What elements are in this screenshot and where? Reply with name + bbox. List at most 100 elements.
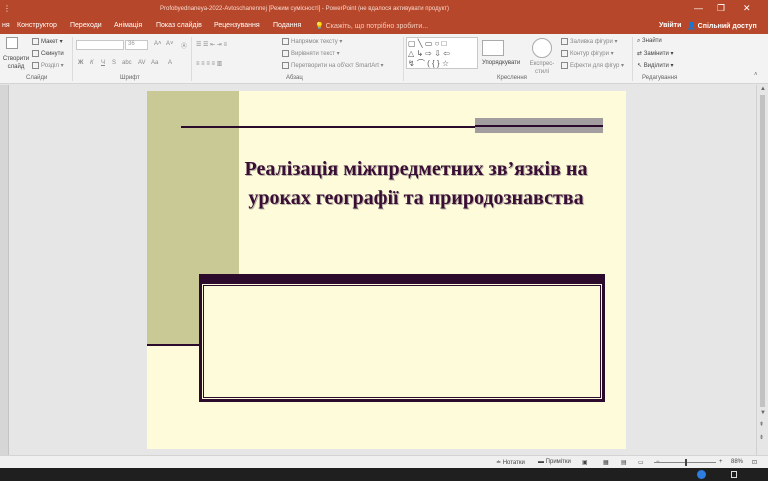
zoom-slider-thumb[interactable] [685, 459, 687, 466]
font-color-icon[interactable]: A [168, 60, 172, 66]
normal-view-icon[interactable]: ▣ [582, 459, 588, 466]
text-direction-button[interactable]: Напрямок тексту ▾ [282, 38, 342, 45]
editing-group-label: Редагування [642, 75, 678, 81]
find-label: Знайти [642, 38, 662, 44]
char-spacing-icon[interactable]: AV [138, 60, 146, 66]
tell-me-search[interactable]: 💡 Скажіть, що потрібно зробити... [315, 22, 428, 30]
tab-animations[interactable]: Анімація [114, 22, 142, 29]
shape-outline-label: Контур фігури [570, 51, 609, 58]
bullets-icon[interactable]: ☰ ☰ ⇤ ⇥ ≡ [196, 41, 227, 48]
notes-button[interactable]: ≐ Нотатки [496, 459, 525, 466]
select-button[interactable]: ↖ Виділити ▾ [637, 62, 674, 69]
find-button[interactable]: ⌕ Знайти [637, 38, 662, 45]
section-button[interactable]: Розділ ▾ [32, 62, 64, 69]
sorter-view-icon[interactable]: ▦ [603, 459, 609, 466]
tab-view[interactable]: Подання [273, 22, 301, 29]
text-direction-icon [282, 38, 289, 45]
tab-review[interactable]: Рецензування [214, 22, 260, 29]
layout-button[interactable]: Макет ▾ [32, 38, 63, 45]
smartart-label: Перетворити на об'єкт SmartArt [291, 63, 379, 70]
font-name-input[interactable] [76, 40, 124, 50]
group-divider [632, 37, 633, 81]
fit-to-window-icon[interactable]: ⊡ [752, 459, 757, 466]
paragraph-group-label: Абзац [286, 75, 303, 81]
drawing-group-label: Креслення [497, 75, 527, 81]
minimize-button[interactable]: — [694, 3, 703, 13]
tab-home[interactable]: ня [2, 22, 10, 29]
font-group-label: Шрифт [120, 75, 140, 81]
underline-button[interactable]: Ч [101, 60, 105, 66]
slideshow-view-icon[interactable]: ▭ [638, 459, 644, 466]
signin-link[interactable]: Увійти [659, 22, 681, 29]
replace-button[interactable]: ⇄ Замінити ▾ [637, 50, 674, 57]
vertical-scrollbar[interactable]: ▲ ▼ ⇞ ⇟ [756, 85, 768, 455]
italic-button[interactable]: К [90, 60, 94, 66]
tab-design[interactable]: Конструктор [17, 22, 57, 29]
align-text-button[interactable]: Вирівняти текст ▾ [282, 50, 340, 57]
group-divider [403, 37, 404, 81]
clear-format-icon[interactable]: Ⓐ [181, 41, 187, 50]
zoom-in-icon[interactable]: + [719, 459, 723, 465]
quick-styles-button[interactable]: Експрес-стилі [527, 60, 557, 76]
replace-icon: ⇄ [637, 51, 643, 57]
paint-bucket-icon [561, 38, 568, 45]
layout-icon [32, 38, 39, 45]
slide-canvas[interactable]: Реалізація міжпредметних зв’язків на уро… [147, 91, 626, 449]
prev-slide-icon[interactable]: ⇞ [759, 421, 764, 428]
smartart-button[interactable]: Перетворити на об'єкт SmartArt ▾ [282, 62, 384, 69]
new-slide-button[interactable]: Створити слайд [1, 55, 31, 71]
bold-button[interactable]: Ж [78, 60, 83, 66]
share-button[interactable]: 👤 Спільний доступ [687, 22, 757, 30]
ribbon-tabs: ня Конструктор Переходи Анімація Показ с… [0, 19, 768, 34]
reset-button[interactable]: Скинути [32, 50, 64, 57]
section-label: Розділ [41, 63, 59, 70]
search-icon: ⌕ [637, 38, 641, 44]
comments-button[interactable]: ▬ Примітки [538, 459, 571, 465]
tab-slideshow[interactable]: Показ слайдів [156, 22, 202, 29]
collapse-ribbon-icon[interactable]: ˄ [754, 72, 758, 78]
select-label: Виділити [643, 63, 669, 69]
reading-view-icon[interactable]: ▤ [621, 459, 627, 466]
shape-outline-button[interactable]: Контур фігури ▾ [561, 50, 614, 57]
slide-title[interactable]: Реалізація міжпредметних зв’язків на уро… [213, 155, 619, 213]
font-size-input[interactable]: 36 [125, 40, 148, 50]
strike-button[interactable]: S [112, 60, 116, 66]
tab-transitions[interactable]: Переходи [70, 22, 102, 29]
ribbon: Створити слайд Макет ▾ Скинути Розділ ▾ … [0, 34, 768, 84]
shape-effects-button[interactable]: Ефекти для фігур ▾ [561, 62, 624, 69]
tray-notification-icon[interactable] [731, 471, 737, 478]
reset-label: Скинути [41, 51, 64, 58]
comments-label: Примітки [545, 459, 571, 465]
shape-fill-button[interactable]: Заливка фігури ▾ [561, 38, 618, 45]
shape-fill-label: Заливка фігури [570, 39, 613, 46]
tell-me-text: Скажіть, що потрібно зробити... [325, 23, 429, 30]
change-case-icon[interactable]: Aa [151, 60, 158, 66]
notes-icon: ≐ [496, 460, 502, 466]
align-icons[interactable]: ≡ ≡ ≡ ≡ ▥ [196, 60, 222, 67]
share-label: Спільний доступ [697, 23, 757, 30]
scrollbar-thumb[interactable] [760, 95, 765, 407]
content-placeholder[interactable] [199, 274, 605, 402]
layout-label: Макет [41, 39, 58, 46]
status-bar: ≐ Нотатки ▬ Примітки ▣ ▦ ▤ ▭ − + 88% ⊡ [0, 455, 768, 468]
cursor-icon: ↖ [637, 63, 643, 69]
taskbar [0, 468, 768, 481]
align-text-icon [282, 50, 289, 57]
shapes-gallery[interactable]: ▢ ╲ ▭ ○ □ △ ↳ ⇨ ⇩ ⇦ ↯ ⌒ ( { } ☆ [406, 37, 478, 69]
thumbnail-pane-collapsed[interactable] [0, 85, 9, 455]
shadow-icon[interactable]: abc [122, 60, 132, 66]
restore-button[interactable]: ❐ [717, 3, 725, 14]
font-shrink-icon[interactable]: A˅ [166, 41, 174, 47]
scroll-down-icon[interactable]: ▼ [760, 410, 766, 416]
next-slide-icon[interactable]: ⇟ [759, 434, 764, 441]
scroll-up-icon[interactable]: ▲ [760, 86, 766, 92]
effects-icon [561, 62, 568, 69]
font-grow-icon[interactable]: A˄ [154, 41, 162, 47]
quick-access-icon[interactable]: ⋮ [3, 4, 11, 13]
smartart-icon [282, 62, 289, 69]
close-button[interactable]: ✕ [743, 3, 751, 14]
reset-icon [32, 50, 39, 57]
zoom-level[interactable]: 88% [731, 459, 743, 465]
tray-app-icon[interactable] [697, 470, 706, 479]
arrange-button[interactable]: Упорядкувати [482, 60, 520, 66]
